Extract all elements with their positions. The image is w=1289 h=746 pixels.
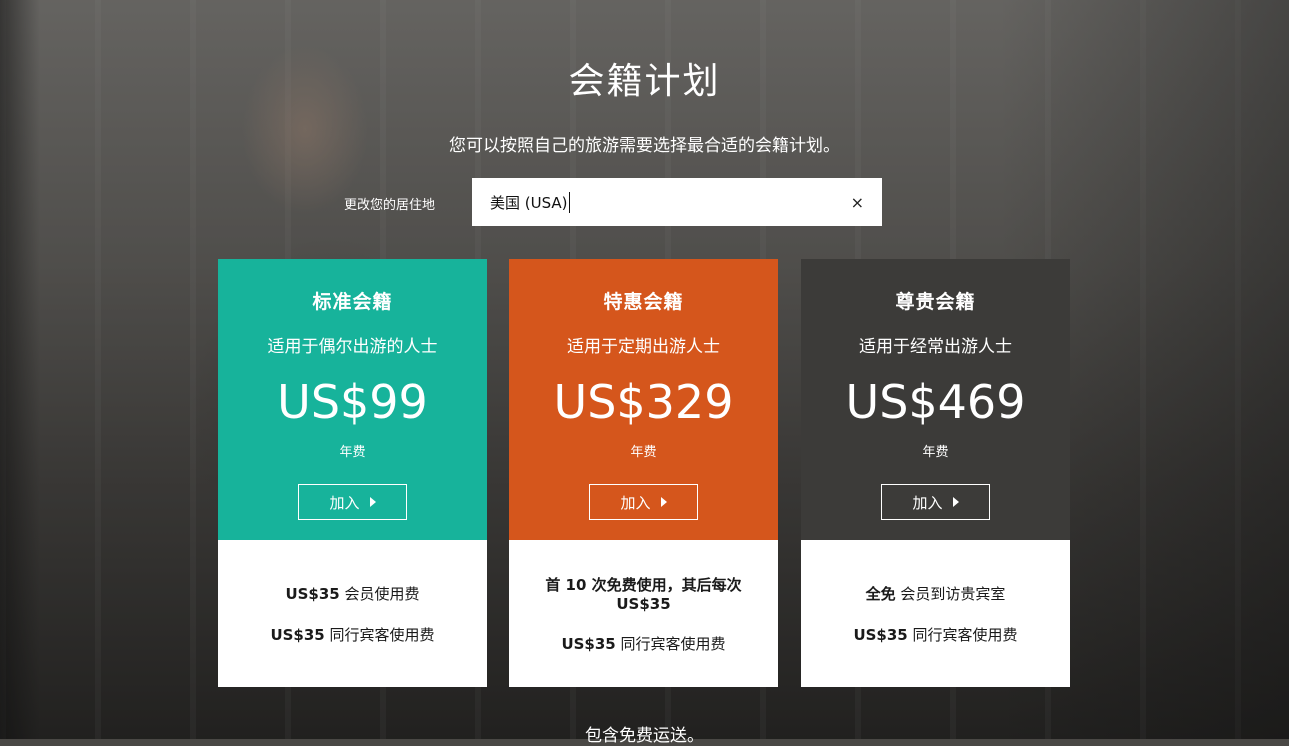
- plan-description: 适用于经常出游人士: [859, 337, 1012, 357]
- caret-right-icon: [369, 497, 376, 507]
- join-button-label: 加入: [329, 493, 360, 512]
- plan-period: 年费: [630, 445, 657, 460]
- plan-period: 年费: [922, 445, 949, 460]
- join-button[interactable]: 加入: [881, 484, 990, 520]
- residence-value[interactable]: 美国 (USA): [490, 191, 570, 213]
- residence-label: 更改您的居住地: [344, 198, 436, 213]
- plan-name: 标准会籍: [312, 291, 393, 313]
- join-button-label: 加入: [912, 493, 943, 512]
- benefit-item: 首 10 次免费使用，其后每次 US$35: [545, 575, 742, 613]
- plan-card-header: 标准会籍 适用于偶尔出游的人士 US$99 年费 加入: [218, 259, 487, 540]
- page-title: 会籍计划: [568, 61, 721, 102]
- plan-price: US$99: [277, 375, 428, 429]
- join-button[interactable]: 加入: [589, 484, 698, 520]
- benefit-item: US$35 同行宾客使用费: [853, 625, 1018, 644]
- plan-benefits: 全免 会员到访贵宾室 US$35 同行宾客使用费: [801, 540, 1070, 687]
- plan-card-header: 特惠会籍 适用于定期出游人士 US$329 年费 加入: [509, 259, 778, 540]
- plan-description: 适用于偶尔出游的人士: [267, 337, 438, 357]
- plan-card-preferred: 特惠会籍 适用于定期出游人士 US$329 年费 加入 首 10 次免费使用，其…: [509, 259, 778, 687]
- plan-card-header: 尊贵会籍 适用于经常出游人士 US$469 年费 加入: [801, 259, 1070, 540]
- plan-card-standard: 标准会籍 适用于偶尔出游的人士 US$99 年费 加入 US$35 会员使用费 …: [218, 259, 487, 687]
- benefit-item: US$35 同行宾客使用费: [270, 625, 435, 644]
- plan-benefits: US$35 会员使用费 US$35 同行宾客使用费: [218, 540, 487, 687]
- benefit-item: US$35 同行宾客使用费: [561, 634, 726, 653]
- plan-name: 尊贵会籍: [895, 291, 976, 313]
- plan-price: US$469: [845, 375, 1026, 429]
- benefit-item: 全免 会员到访贵宾室: [865, 584, 1006, 603]
- plan-description: 适用于定期出游人士: [567, 337, 720, 357]
- plan-name: 特惠会籍: [603, 291, 684, 313]
- clear-icon[interactable]: ×: [851, 193, 864, 212]
- residence-input[interactable]: 美国 (USA) ×: [472, 178, 882, 226]
- plan-price: US$329: [553, 375, 734, 429]
- page-subtitle: 您可以按照自己的旅游需要选择最合适的会籍计划。: [449, 136, 840, 156]
- join-button-label: 加入: [620, 493, 651, 512]
- plan-card-prestige: 尊贵会籍 适用于经常出游人士 US$469 年费 加入 全免 会员到访贵宾室 U…: [801, 259, 1070, 687]
- caret-right-icon: [952, 497, 959, 507]
- join-button[interactable]: 加入: [298, 484, 407, 520]
- membership-plans-page: 会籍计划 您可以按照自己的旅游需要选择最合适的会籍计划。 更改您的居住地 美国 …: [0, 0, 1289, 746]
- caret-right-icon: [660, 497, 667, 507]
- plan-benefits: 首 10 次免费使用，其后每次 US$35 US$35 同行宾客使用费: [509, 540, 778, 687]
- shipping-note: 包含免费运送。: [585, 726, 704, 746]
- plan-period: 年费: [339, 445, 366, 460]
- benefit-item: US$35 会员使用费: [285, 584, 420, 603]
